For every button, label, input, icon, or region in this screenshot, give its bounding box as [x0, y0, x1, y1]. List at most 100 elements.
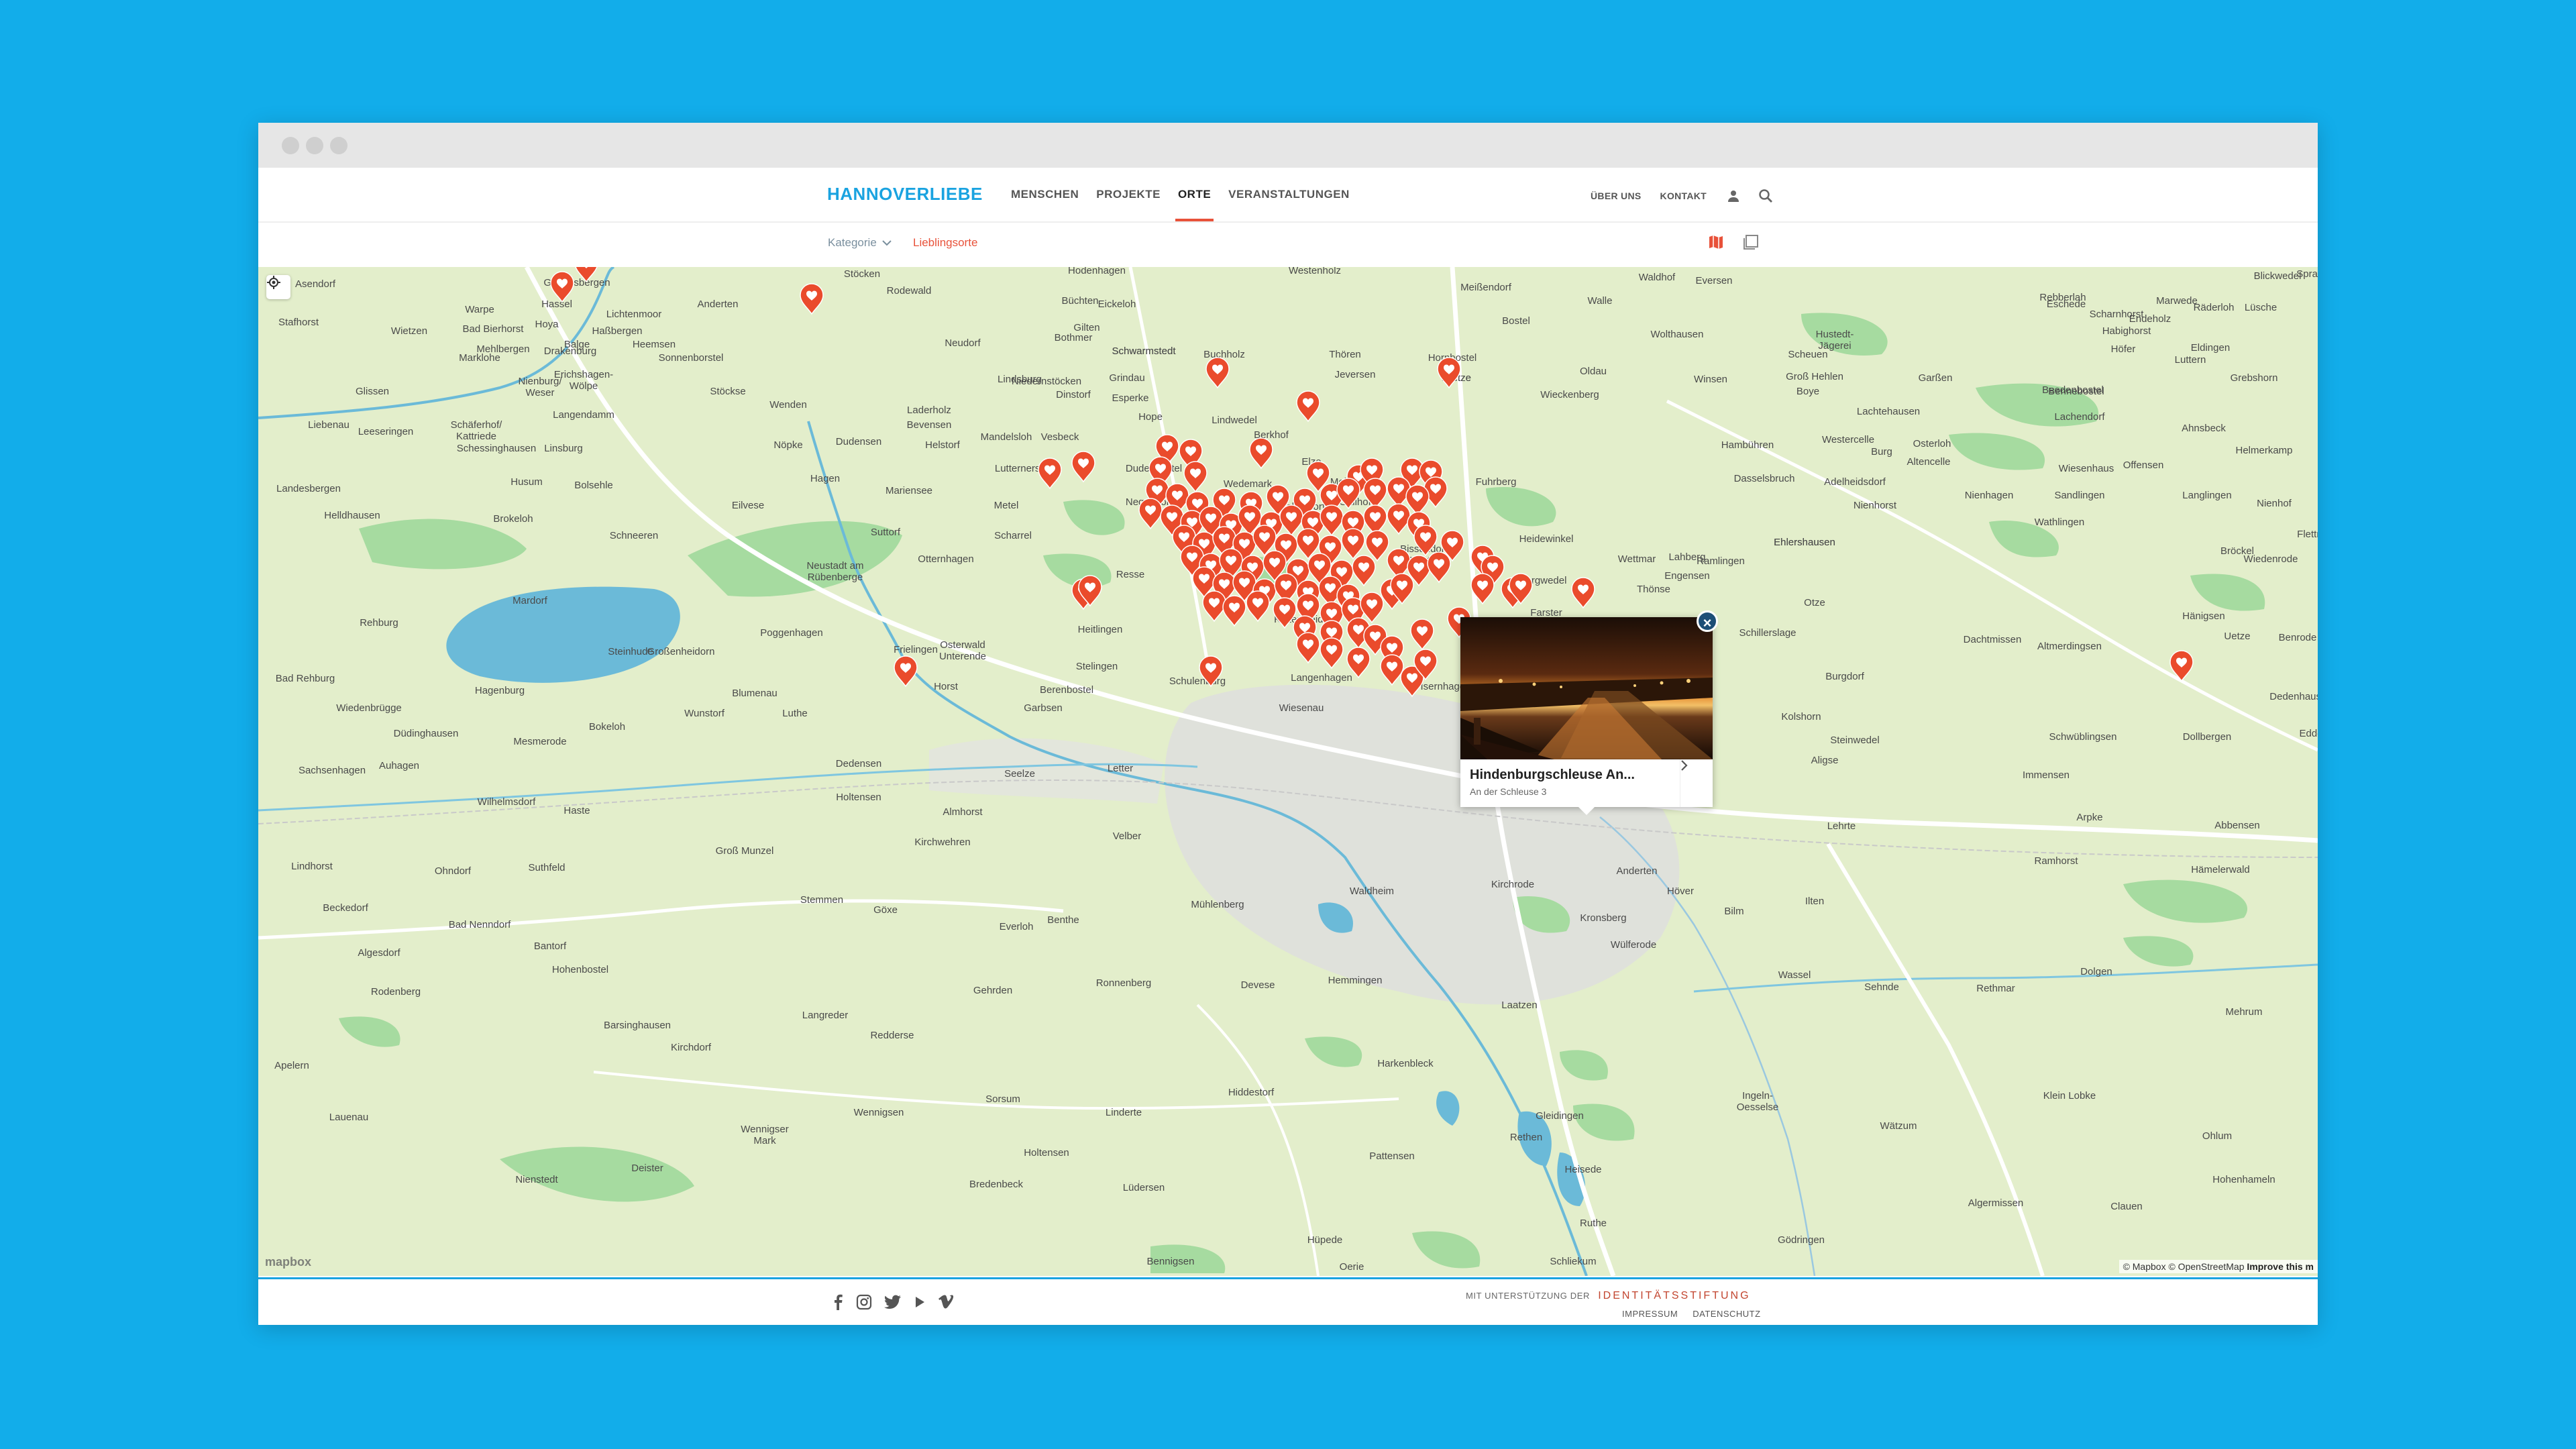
datenschutz-link[interactable]: DATENSCHUTZ — [1693, 1309, 1760, 1319]
place-label: Pattensen — [1369, 1150, 1415, 1162]
nav-projekte[interactable]: PROJEKTE — [1096, 188, 1161, 221]
place-label: Sandlingen — [2054, 490, 2104, 501]
attribution-improve[interactable]: Improve this m — [2247, 1261, 2314, 1272]
place-label: Dachtmissen — [1964, 634, 2022, 645]
place-label: Algermissen — [1968, 1197, 2024, 1209]
place-label: Algesdorf — [358, 947, 400, 959]
place-label: Bostel — [1502, 315, 1530, 327]
window-minimize-dot[interactable] — [306, 137, 323, 154]
user-icon[interactable] — [1725, 188, 1741, 204]
nav-menschen[interactable]: MENSCHEN — [1011, 188, 1079, 221]
place-label: Esperke — [1112, 392, 1148, 404]
vimeo-icon[interactable] — [938, 1295, 954, 1309]
place-label: Langlingen — [2182, 490, 2231, 501]
place-label: Altencelle — [1907, 456, 1950, 468]
place-label: Deister — [631, 1163, 663, 1174]
place-label: Westenholz — [1289, 267, 1341, 276]
place-label: Räderloh — [2194, 302, 2235, 313]
popup-close-button[interactable]: × — [1697, 610, 1718, 632]
place-label: Otternhagen — [918, 553, 973, 565]
social-links — [832, 1294, 954, 1310]
grid-view-icon[interactable] — [1742, 233, 1760, 254]
nav-ueber-uns[interactable]: ÜBER UNS — [1591, 191, 1642, 201]
place-label: Osterwald Unterende — [939, 639, 986, 662]
place-label: Klein Lobke — [2043, 1090, 2096, 1102]
place-label: Bredenbeck — [969, 1179, 1024, 1190]
category-dropdown[interactable]: Kategorie — [828, 236, 892, 250]
place-label: Ohlum — [2202, 1130, 2232, 1142]
place-label: Hämelerwald — [2191, 864, 2250, 875]
place-label: Luttern — [2175, 354, 2206, 366]
place-label: Düdinghausen — [394, 728, 459, 739]
place-label: Stöcken — [844, 268, 880, 280]
place-label: Lachtehausen — [1857, 406, 1920, 417]
place-label: Wettmar — [1618, 553, 1656, 565]
place-label: Rodewald — [887, 285, 932, 297]
place-photo[interactable] — [1460, 617, 1713, 759]
facebook-icon[interactable] — [832, 1294, 844, 1310]
place-label: Bokeloh — [589, 721, 625, 733]
popup-next-button[interactable] — [1680, 759, 1713, 807]
view-switch — [1707, 233, 1760, 254]
place-label: Eickeloh — [1098, 299, 1136, 310]
twitter-icon[interactable] — [884, 1295, 902, 1309]
place-label: Leeseringen — [358, 426, 414, 437]
favorites-filter[interactable]: Lieblingsorte — [913, 236, 977, 250]
place-label: Blumenau — [732, 688, 777, 699]
place-label: Hagenburg — [475, 685, 525, 696]
place-label: Hohenbostel — [552, 964, 608, 975]
place-label: Vesbeck — [1041, 431, 1079, 443]
place-label: Garbsen — [1024, 702, 1063, 714]
place-label: Dollbergen — [2183, 731, 2232, 743]
map-view-icon[interactable] — [1707, 233, 1725, 254]
map-view[interactable]: Asendorf Stafhorst Warpe Bad Bierhorst Wietz… — [258, 267, 2318, 1276]
place-label: Stafhorst — [278, 317, 319, 328]
locate-button[interactable] — [266, 275, 290, 299]
site-logo[interactable]: HANNOVERLIEBE — [827, 184, 983, 205]
popup-title[interactable]: Hindenburgschleuse An... — [1470, 767, 1635, 783]
place-label: Gleidingen — [1536, 1110, 1584, 1122]
nav-veranstaltungen[interactable]: VERANSTALTUNGEN — [1228, 188, 1350, 221]
popup-tip — [1578, 807, 1595, 815]
nav-orte[interactable]: ORTE — [1175, 188, 1214, 221]
place-label: Auhagen — [379, 760, 419, 771]
place-label: Almhorst — [943, 806, 983, 818]
window-close-dot[interactable] — [282, 137, 299, 154]
place-label: Bilm — [1724, 906, 1743, 917]
search-icon[interactable] — [1758, 188, 1774, 204]
place-label: Poggenhagen — [760, 627, 822, 639]
attribution-mapbox[interactable]: © Mapbox — [2123, 1261, 2166, 1272]
place-label: Nöpke — [773, 439, 802, 451]
window-maximize-dot[interactable] — [330, 137, 347, 154]
place-label: Seelze — [1004, 768, 1035, 780]
attribution-osm[interactable]: © OpenStreetMap — [2168, 1261, 2244, 1272]
place-label: Bantorf — [534, 941, 567, 952]
place-label: Schwüblingsen — [2049, 731, 2117, 743]
nav-kontakt[interactable]: KONTAKT — [1660, 191, 1707, 201]
place-label: Büchten — [1061, 295, 1098, 307]
place-label: Harkenbleck — [1377, 1058, 1434, 1069]
impressum-link[interactable]: IMPRESSUM — [1622, 1309, 1678, 1319]
place-label: Gehrden — [973, 985, 1012, 996]
place-label: Wassel — [1778, 969, 1811, 981]
mapbox-logo[interactable]: mapbox — [265, 1255, 311, 1269]
support-brand[interactable]: IDENTITÄTSSTIFTUNG — [1598, 1290, 1750, 1301]
place-label: Adelheidsdorf — [1824, 476, 1886, 488]
place-label: Wiedenbrügge — [336, 702, 402, 714]
place-label: Hohenhameln — [2212, 1174, 2275, 1185]
place-label: Dudensen — [836, 436, 881, 447]
place-popup[interactable]: Hindenburgschleuse An... An der Schleuse… — [1460, 610, 1718, 815]
place-label: Edde — [2299, 728, 2318, 739]
place-label: Lauenau — [329, 1112, 368, 1123]
place-label: Helmerkamp — [2235, 445, 2292, 456]
place-label: Höfer — [2111, 343, 2136, 355]
youtube-play-icon[interactable] — [914, 1295, 926, 1309]
place-label: Abbensen — [2214, 820, 2260, 831]
place-label: Bad Rehburg — [276, 673, 335, 684]
map-canvas[interactable]: Asendorf Stafhorst Warpe Bad Bierhorst Wietz… — [258, 267, 2318, 1276]
instagram-icon[interactable] — [856, 1294, 872, 1310]
place-label: Rehburg — [360, 617, 398, 629]
place-label: Barsinghausen — [604, 1020, 671, 1031]
place-label: Dedensen — [836, 758, 881, 769]
place-label: Mehrum — [2225, 1006, 2262, 1018]
